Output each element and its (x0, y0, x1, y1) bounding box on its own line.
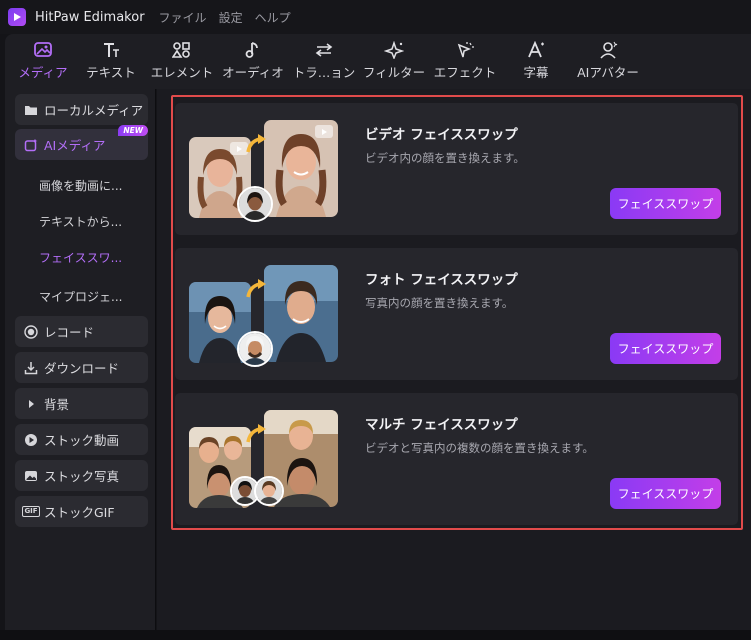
folder-icon (24, 103, 38, 117)
face-swap-button[interactable]: フェイススワップ (610, 188, 721, 219)
sidebar-item-label: AIメディア (44, 138, 106, 153)
sidebar: ローカルメディア AIメディア NEW 画像を動画に... テキストから... … (5, 89, 156, 630)
sidebar-item-label: 背景 (44, 397, 70, 412)
sidebar-item-label: ストック動画 (44, 433, 120, 448)
sidebar-subitem-face-swap[interactable]: フェイススワ... (39, 249, 122, 266)
video-result-thumbnail (264, 120, 338, 217)
tab-text-label: テキスト (86, 65, 136, 80)
card-title: マルチ フェイススワップ (365, 417, 518, 433)
sidebar-item-stock-gif[interactable]: GIF ストックGIF (15, 496, 148, 527)
tab-effect[interactable]: エフェクト (431, 34, 499, 89)
menu-file[interactable]: ファイル (159, 9, 207, 26)
tab-effect-label: エフェクト (433, 65, 497, 80)
text-icon (104, 43, 119, 57)
sidebar-item-ai-media[interactable]: AIメディア NEW (15, 125, 148, 160)
sidebar-item-stock-video[interactable]: ストック動画 (15, 424, 148, 455)
swap-arrow-icon (246, 279, 266, 298)
tab-transition-label: トラ…ョン (292, 65, 356, 80)
sidebar-item-label: ストック写真 (44, 469, 120, 484)
tab-text[interactable]: テキスト (81, 34, 141, 89)
card-video-face-swap: ビデオ フェイススワップ ビデオ内の顔を置き換えます。 フェイススワップ (175, 103, 738, 235)
sidebar-item-label: ローカルメディア (44, 103, 144, 118)
tab-filter[interactable]: フィルター (360, 34, 428, 89)
tab-subtitle[interactable]: 字幕 (511, 34, 561, 89)
bottom-bar (0, 630, 751, 640)
card-description: 写真内の顔を置き換えます。 (365, 296, 514, 310)
tab-audio-label: オーディオ (222, 65, 284, 80)
audio-icon (245, 42, 258, 58)
source-face-avatar (237, 331, 273, 367)
video-play-badge (315, 125, 333, 138)
sidebar-subitem-my-projects[interactable]: マイプロジェ... (39, 288, 122, 305)
tab-filter-label: フィルター (362, 65, 426, 80)
sidebar-item-label: レコード (44, 325, 95, 340)
card-description: ビデオ内の顔を置き換えます。 (365, 151, 525, 165)
menu-help[interactable]: ヘルプ (255, 9, 291, 26)
card-title: ビデオ フェイススワップ (365, 127, 518, 143)
tab-element[interactable]: エレメント (148, 34, 216, 89)
app-logo-icon (8, 8, 26, 26)
sidebar-item-background[interactable]: 背景 (15, 388, 148, 419)
sidebar-item-stock-photo[interactable]: ストック写真 (15, 460, 148, 491)
source-face-avatar-2 (254, 476, 284, 506)
transition-icon (315, 43, 333, 57)
face-swap-button[interactable]: フェイススワップ (610, 478, 721, 509)
sidebar-item-record[interactable]: レコード (15, 316, 148, 347)
tab-media-label: メディア (18, 65, 68, 80)
tab-subtitle-label: 字幕 (523, 65, 549, 80)
swap-arrow-icon (246, 134, 266, 153)
card-photo-face-swap: フォト フェイススワップ 写真内の顔を置き換えます。 フェイススワップ (175, 248, 738, 380)
swap-arrow-icon (246, 424, 266, 443)
title-bar: HitPaw Edimakor ファイル 設定 ヘルプ (0, 0, 751, 34)
download-icon (24, 361, 38, 375)
tab-ai-avatar[interactable]: AIアバター (568, 34, 648, 89)
ai-media-icon (24, 138, 38, 152)
face-swap-button[interactable]: フェイススワップ (610, 333, 721, 364)
subtitle-icon (528, 41, 544, 58)
ai-avatar-icon (600, 41, 618, 59)
gif-icon-label: GIF (22, 506, 40, 517)
photo-icon (24, 469, 38, 483)
tab-media[interactable]: メディア (13, 34, 73, 89)
main-toolbar: メディア テキスト エレメント オーディオ トラ…ョン フィルター エフェクト … (5, 34, 751, 89)
sidebar-item-label: ストックGIF (44, 505, 115, 520)
sidebar-item-download[interactable]: ダウンロード (15, 352, 148, 383)
source-face-avatar (237, 186, 273, 222)
play-icon (24, 433, 38, 447)
media-icon (34, 42, 52, 57)
menu-settings[interactable]: 設定 (219, 9, 243, 26)
card-description: ビデオと写真内の複数の顔を置き換えます。 (365, 441, 594, 455)
new-badge: NEW (118, 125, 148, 136)
sidebar-subitem-text-to[interactable]: テキストから... (39, 213, 122, 230)
sidebar-item-label: ダウンロード (44, 361, 120, 376)
sidebar-item-local-media[interactable]: ローカルメディア (15, 94, 148, 125)
record-icon (24, 324, 38, 339)
sidebar-subitem-image-to-video[interactable]: 画像を動画に... (39, 177, 122, 194)
filter-icon (384, 41, 404, 59)
tab-transition[interactable]: トラ…ョン (290, 34, 358, 89)
effect-icon (457, 42, 474, 58)
photo-result-thumbnail (264, 265, 338, 362)
tab-audio[interactable]: オーディオ (218, 34, 288, 89)
gif-icon: GIF (22, 505, 40, 519)
card-title: フォト フェイススワップ (365, 272, 518, 288)
tab-element-label: エレメント (150, 65, 214, 80)
element-icon (172, 42, 190, 58)
tab-ai-avatar-label: AIアバター (577, 65, 639, 80)
chevron-right-icon (24, 397, 38, 411)
app-title: HitPaw Edimakor (35, 9, 145, 25)
card-multi-face-swap: マルチ フェイススワップ ビデオと写真内の複数の顔を置き換えます。 フェイススワ… (175, 393, 738, 525)
